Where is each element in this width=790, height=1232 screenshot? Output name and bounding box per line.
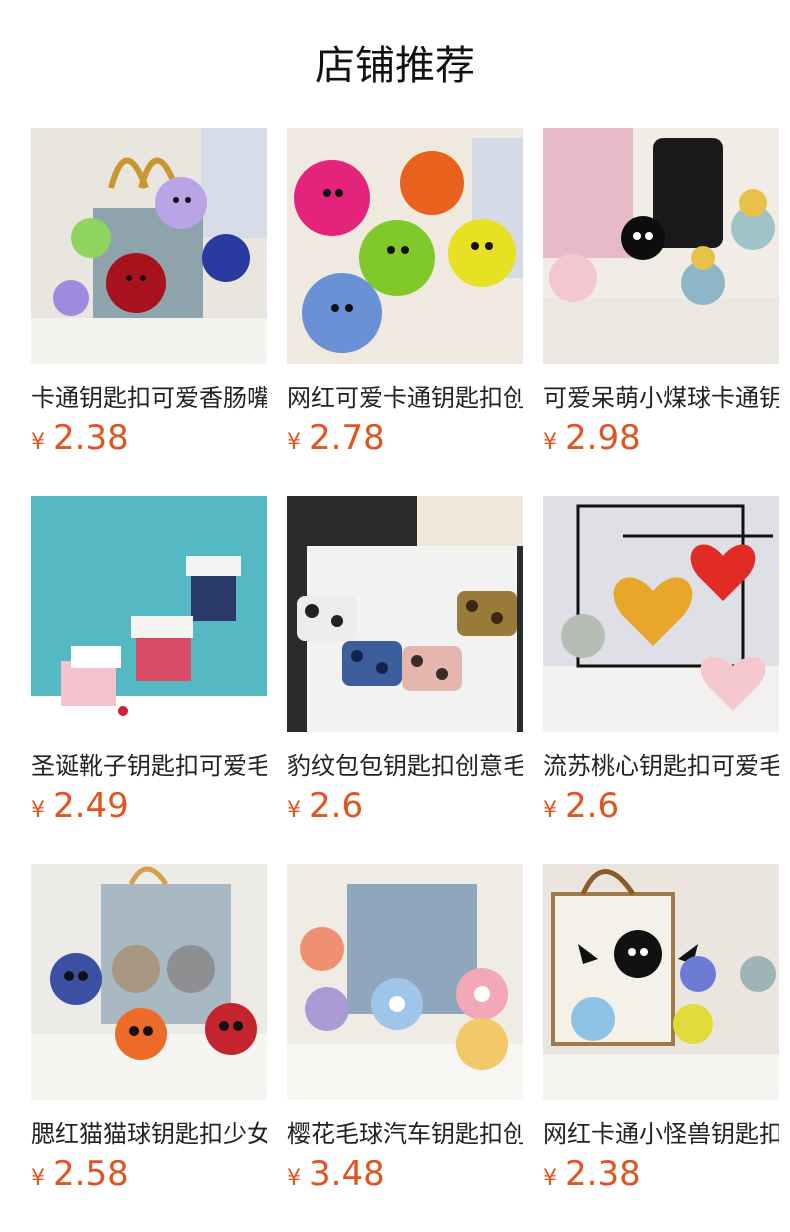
currency-symbol: ¥ [31, 1166, 45, 1191]
product-image[interactable] [543, 128, 779, 364]
product-card[interactable]: 网红卡通小怪兽钥匙扣创意挂件 ¥2.38 [543, 864, 779, 1232]
product-price: ¥2.38 [543, 1154, 641, 1194]
product-card[interactable]: 流苏桃心钥匙扣可爱毛绒挂件 ¥2.6 [543, 496, 779, 864]
product-card[interactable]: 网红可爱卡通钥匙扣创意毛绒挂件 ¥2.78 [287, 128, 523, 496]
product-price: ¥3.48 [287, 1154, 385, 1194]
product-card[interactable]: 樱花毛球汽车钥匙扣创意挂件 ¥3.48 [287, 864, 523, 1232]
product-image[interactable] [543, 496, 779, 732]
price-value: 2.38 [565, 1154, 641, 1194]
product-image[interactable] [31, 864, 267, 1100]
product-card[interactable]: 腮红猫猫球钥匙扣少女心挂件 ¥2.58 [31, 864, 267, 1232]
product-card[interactable]: 可爱呆萌小煤球卡通钥匙扣 ¥2.98 [543, 128, 779, 496]
product-price: ¥2.58 [31, 1154, 129, 1194]
product-image[interactable] [287, 864, 523, 1100]
price-value: 2.38 [53, 418, 129, 458]
product-card[interactable]: 圣诞靴子钥匙扣可爱毛绒挂件 ¥2.49 [31, 496, 267, 864]
product-name[interactable]: 腮红猫猫球钥匙扣少女心挂件 [31, 1116, 267, 1152]
product-name[interactable]: 豹纹包包钥匙扣创意毛绒挂件 [287, 748, 523, 784]
price-value: 2.58 [53, 1154, 129, 1194]
product-card[interactable]: 卡通钥匙扣可爱香肠嘴毛绒公仔 ¥2.38 [31, 128, 267, 496]
product-price: ¥2.38 [31, 418, 129, 458]
product-image[interactable] [543, 864, 779, 1100]
product-image[interactable] [287, 128, 523, 364]
currency-symbol: ¥ [31, 430, 45, 455]
product-name[interactable]: 圣诞靴子钥匙扣可爱毛绒挂件 [31, 748, 267, 784]
page-title: 店铺推荐 [315, 43, 475, 89]
product-price: ¥2.6 [287, 786, 363, 826]
product-name[interactable]: 樱花毛球汽车钥匙扣创意挂件 [287, 1116, 523, 1152]
price-value: 2.98 [565, 418, 641, 458]
currency-symbol: ¥ [543, 430, 557, 455]
product-image[interactable] [31, 496, 267, 732]
currency-symbol: ¥ [287, 1166, 301, 1191]
product-name[interactable]: 流苏桃心钥匙扣可爱毛绒挂件 [543, 748, 779, 784]
currency-symbol: ¥ [543, 1166, 557, 1191]
price-value: 2.6 [309, 786, 364, 826]
product-price: ¥2.6 [543, 786, 619, 826]
product-grid: 卡通钥匙扣可爱香肠嘴毛绒公仔 ¥2.38 网红可爱卡通钥匙扣创意毛绒挂件 ¥2.… [31, 128, 779, 1232]
product-name[interactable]: 网红可爱卡通钥匙扣创意毛绒挂件 [287, 380, 523, 416]
price-value: 2.78 [309, 418, 385, 458]
product-card[interactable]: 豹纹包包钥匙扣创意毛绒挂件 ¥2.6 [287, 496, 523, 864]
product-name[interactable]: 卡通钥匙扣可爱香肠嘴毛绒公仔 [31, 380, 267, 416]
currency-symbol: ¥ [287, 798, 301, 823]
price-value: 2.6 [565, 786, 620, 826]
currency-symbol: ¥ [287, 430, 301, 455]
product-image[interactable] [287, 496, 523, 732]
product-image[interactable] [31, 128, 267, 364]
product-price: ¥2.78 [287, 418, 385, 458]
currency-symbol: ¥ [543, 798, 557, 823]
product-price: ¥2.98 [543, 418, 641, 458]
currency-symbol: ¥ [31, 798, 45, 823]
product-price: ¥2.49 [31, 786, 129, 826]
product-name[interactable]: 可爱呆萌小煤球卡通钥匙扣 [543, 380, 779, 416]
product-name[interactable]: 网红卡通小怪兽钥匙扣创意挂件 [543, 1116, 779, 1152]
price-value: 3.48 [309, 1154, 385, 1194]
price-value: 2.49 [53, 786, 129, 826]
